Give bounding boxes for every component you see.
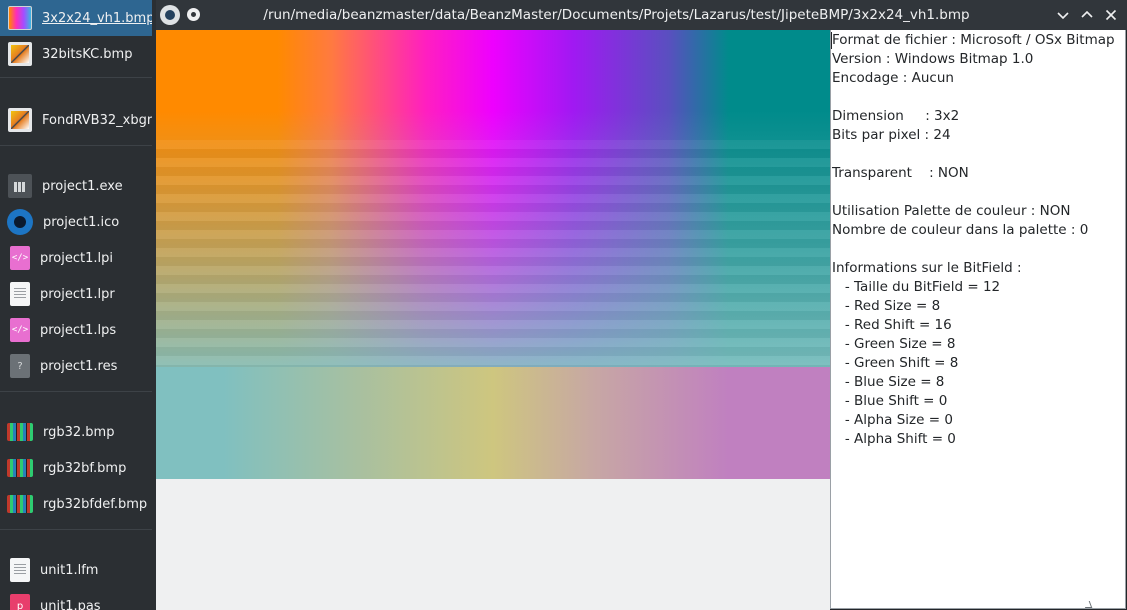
- maximize-button[interactable]: [1076, 4, 1098, 26]
- image-canvas: [156, 30, 830, 610]
- text-file-icon: [10, 282, 30, 306]
- file-item-project1-ico[interactable]: project1.ico: [0, 204, 152, 240]
- xml-file-icon: </>: [10, 246, 30, 270]
- file-item-label: project1.ico: [43, 214, 120, 230]
- file-item-rgb32[interactable]: rgb32.bmp: [0, 414, 152, 450]
- file-item-fondrvb32[interactable]: FondRVB32_xbgr.b: [0, 102, 152, 138]
- bitmap-preview: [156, 30, 830, 479]
- file-item-32bitskc[interactable]: 32bitsKC.bmp: [0, 36, 152, 72]
- resource-file-icon: ?: [10, 354, 30, 378]
- file-item-project1-exe[interactable]: project1.exe: [0, 168, 152, 204]
- file-item-label: project1.lps: [40, 322, 117, 338]
- file-item-rgb32bf[interactable]: rgb32bf.bmp: [0, 450, 152, 486]
- file-item-project1-lpi[interactable]: </> project1.lpi: [0, 240, 152, 276]
- file-item-label: rgb32.bmp: [43, 424, 115, 440]
- file-item-label: rgb32bf.bmp: [43, 460, 127, 476]
- file-item-project1-lps[interactable]: </> project1.lps: [0, 312, 152, 348]
- lazarus-paw-icon: [7, 209, 33, 235]
- file-item-label: project1.lpi: [40, 250, 113, 266]
- bitmap-bottom-gradient: [156, 367, 830, 479]
- file-item-label: rgb32bfdef.bmp: [43, 496, 148, 512]
- executable-icon: [8, 174, 32, 198]
- chevron-up-icon: [1081, 10, 1093, 18]
- text-file-icon: [10, 558, 30, 582]
- image-file-icon: [8, 108, 32, 132]
- rgb-image-icon: [7, 495, 33, 513]
- file-item-label: project1.res: [40, 358, 118, 374]
- file-item-label: project1.lpr: [40, 286, 115, 302]
- info-text: Format de fichier : Microsoft / OSx Bitm…: [832, 32, 1115, 447]
- gradient-image-icon: [8, 6, 32, 30]
- info-memo[interactable]: Format de fichier : Microsoft / OSx Bitm…: [830, 30, 1126, 609]
- file-panel: 3x2x24_vh1.bmp 32bitsKC.bmp FondRVB32_xb…: [0, 0, 156, 610]
- file-item-rgb32bfdef[interactable]: rgb32bfdef.bmp: [0, 486, 152, 522]
- pascal-file-icon: p: [10, 594, 30, 610]
- window-title: /run/media/beanzmaster/data/BeanzMaster/…: [263, 7, 970, 23]
- minimize-button[interactable]: [1052, 4, 1074, 26]
- file-item-label: unit1.lfm: [40, 562, 99, 578]
- close-icon: [1105, 9, 1117, 21]
- file-item-3x2x24-vh1[interactable]: 3x2x24_vh1.bmp: [0, 0, 152, 36]
- file-item-unit1-lfm[interactable]: unit1.lfm: [0, 552, 152, 588]
- file-item-label: unit1.pas: [40, 598, 101, 610]
- file-item-label: 32bitsKC.bmp: [42, 46, 133, 62]
- file-item-unit1-pas[interactable]: p unit1.pas: [0, 588, 152, 610]
- chevron-down-icon: [1057, 12, 1069, 20]
- file-item-label: 3x2x24_vh1.bmp: [42, 10, 152, 26]
- rgb-image-icon: [7, 459, 33, 477]
- text-caret: [831, 32, 832, 49]
- divider: [0, 529, 152, 530]
- divider: [0, 391, 152, 392]
- rgb-image-icon: [7, 423, 33, 441]
- file-item-project1-res[interactable]: ? project1.res: [0, 348, 152, 384]
- image-file-icon: [8, 42, 32, 66]
- window-titlebar[interactable]: /run/media/beanzmaster/data/BeanzMaster/…: [156, 0, 1127, 30]
- close-button[interactable]: [1100, 4, 1122, 26]
- file-item-label: project1.exe: [42, 178, 123, 194]
- file-item-label: FondRVB32_xbgr.b: [42, 112, 152, 128]
- bitmap-band-texture: [156, 140, 830, 367]
- divider: [0, 145, 152, 146]
- file-item-project1-lpr[interactable]: project1.lpr: [0, 276, 152, 312]
- divider: [0, 77, 152, 78]
- xml-file-icon: </>: [10, 318, 30, 342]
- resize-grip-icon[interactable]: [1082, 601, 1093, 608]
